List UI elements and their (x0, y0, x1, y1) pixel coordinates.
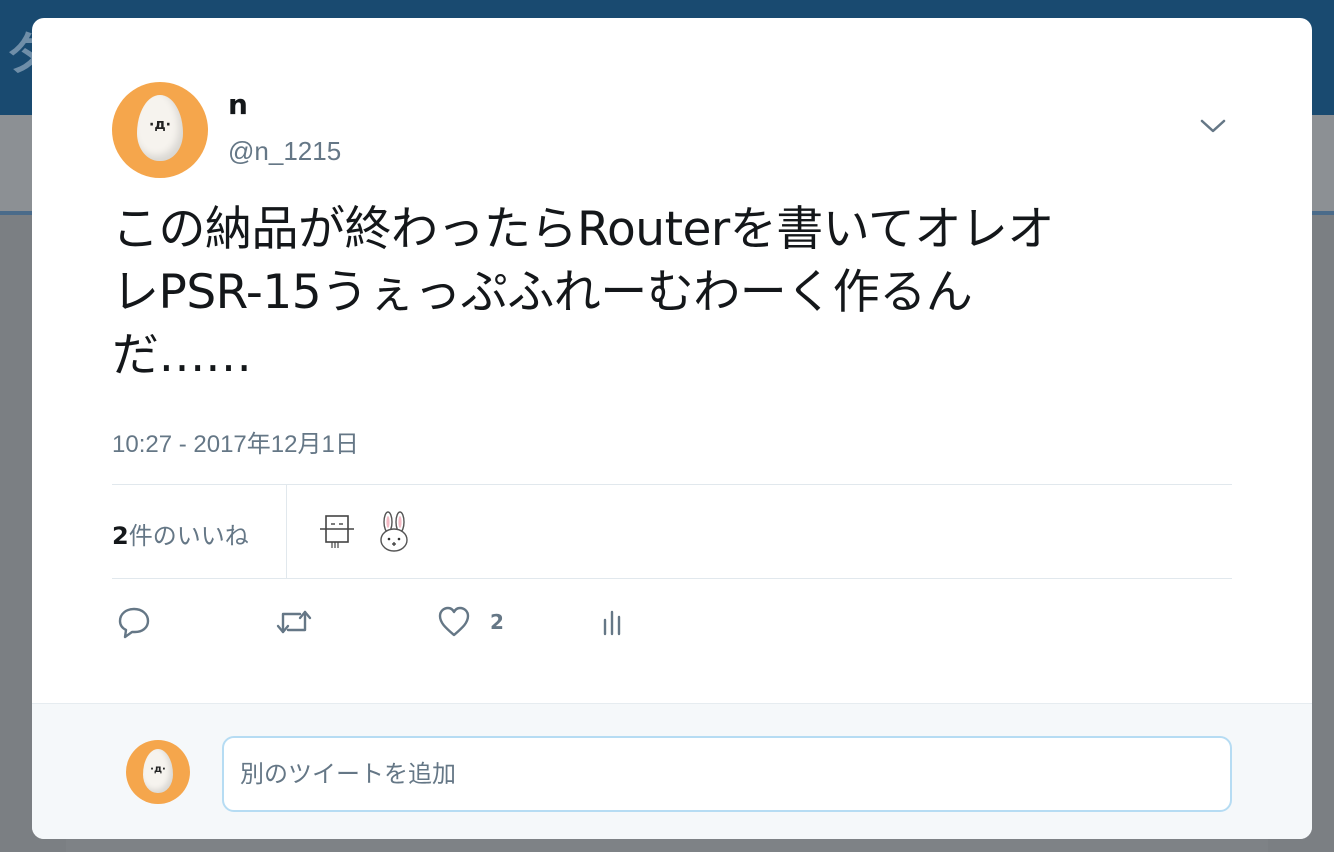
heart-icon (438, 606, 470, 637)
likes-count-number: 2 (112, 522, 129, 550)
analytics-icon (603, 610, 621, 636)
divider (112, 484, 1232, 485)
liker-avatar-rabbit[interactable] (374, 510, 414, 554)
tweet-timestamp[interactable]: 10:27 - 2017年12月1日 (112, 424, 359, 459)
tweet-text-line: この納品が終わったらRouterを書いてオレオ (112, 202, 1054, 257)
reply-composer: ·д· (32, 703, 1312, 839)
author-handle[interactable]: @n_1215 (228, 136, 341, 167)
tweet-text-line: レPSR-15うぇっぷふれーむわーく作るん (112, 265, 973, 320)
egg-face-text: ·д· (150, 763, 166, 775)
likes-count-label: 件のいいね (128, 522, 249, 550)
divider (112, 578, 1232, 579)
reply-icon (118, 607, 150, 639)
like-count: 2 (490, 610, 504, 634)
analytics-button[interactable] (598, 604, 628, 640)
egg-avatar-icon: ·д· (137, 95, 183, 161)
liker-avatar-box-face[interactable] (318, 510, 358, 554)
tweet-modal: ·д· n @n_1215 この納品が終わったらRouterを書いてオレオ レP… (32, 18, 1312, 839)
likes-count[interactable]: 2件のいいね (112, 516, 249, 551)
reply-button[interactable] (116, 604, 152, 640)
reply-input[interactable] (222, 736, 1232, 812)
chevron-down-icon[interactable] (1198, 114, 1228, 138)
author-name[interactable]: n (228, 88, 248, 121)
retweet-icon (276, 610, 312, 634)
likes-separator (286, 485, 287, 579)
retweet-button[interactable] (274, 604, 314, 640)
egg-avatar-icon: ·д· (143, 749, 173, 793)
author-avatar[interactable]: ·д· (112, 82, 208, 178)
tweet-text-line: だ…… (112, 328, 252, 383)
current-user-avatar[interactable]: ·д· (126, 740, 190, 804)
like-button[interactable]: 2 (436, 604, 504, 640)
tweet-text: この納品が終わったらRouterを書いてオレオ レPSR-15うぇっぷふれーむわ… (112, 198, 1222, 387)
egg-face-text: ·д· (149, 117, 171, 134)
